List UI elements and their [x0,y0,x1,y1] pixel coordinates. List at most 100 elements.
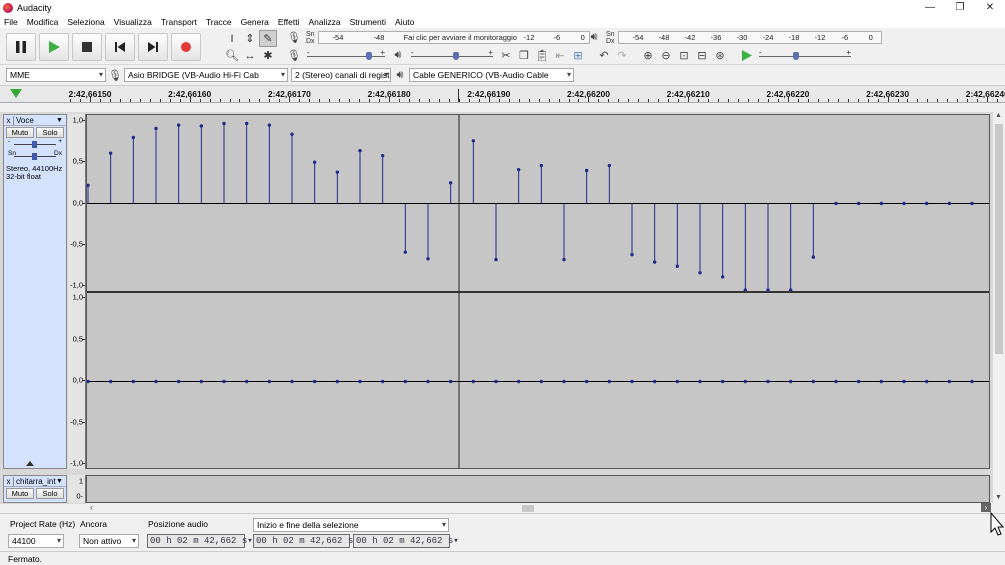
mute-button[interactable]: Muto [6,127,34,138]
left-channel-sample-point[interactable] [312,160,317,164]
audio-host-select[interactable]: MME ▾ [6,68,106,82]
left-channel-sample-point[interactable] [811,255,816,259]
scrollbar-thumb[interactable] [995,124,1003,354]
left-channel-sample-point[interactable] [856,201,861,206]
project-rate-select[interactable]: 44100 ▾ [8,534,64,548]
skip-to-end-button[interactable] [138,33,168,61]
timeline-ruler[interactable]: 2:42,66150 2:42,66160 2:42,66170 2:42,66180… [0,85,1005,103]
right-channel-sample-point[interactable] [811,379,816,384]
right-channel-sample-point[interactable] [856,379,861,384]
left-channel-sample-point[interactable] [698,271,702,275]
track2-mute-button[interactable]: Muto [6,488,34,499]
waveform-display[interactable] [86,114,990,469]
menu-file[interactable]: File [4,17,18,27]
right-channel-sample-point[interactable] [766,379,770,384]
paste-icon[interactable]: 📋︎ [533,47,551,64]
left-channel-sample-point[interactable] [834,201,838,206]
right-channel-sample-point[interactable] [335,379,340,384]
slider-thumb[interactable] [452,51,459,60]
track2-solo-button[interactable]: Solo [36,488,64,499]
menu-genera[interactable]: Genera [241,17,269,27]
right-channel-sample-point[interactable] [108,379,113,384]
left-channel-sample-point[interactable] [426,257,430,261]
right-channel-sample-point[interactable] [154,379,158,384]
left-channel-sample-point[interactable] [516,167,521,172]
right-channel-sample-point[interactable] [879,379,884,384]
audio-position-field[interactable]: 00 h 02 m 42,662 s▾ [147,534,253,548]
menu-aiuto[interactable]: Aiuto [395,17,414,27]
right-channel-sample-point[interactable] [222,379,226,384]
slider-thumb[interactable] [32,153,37,160]
track2-control-panel[interactable]: x chitarra_inte ▼ Muto Solo [3,475,67,503]
track-pan-slider[interactable]: Sn Dx [8,150,62,162]
right-channel-sample-point[interactable] [584,379,589,384]
vertical-ruler-right[interactable]: 1,0 0,5 0,0 -0,5 -1,0 [68,291,86,469]
draw-tool-icon[interactable]: ✎ [259,30,277,47]
zoom-toggle-icon[interactable]: ⊛ [711,47,729,64]
track2-name[interactable]: chitarra_inte [14,477,56,486]
scroll-down-icon[interactable]: ▼ [995,494,1002,501]
menu-modifica[interactable]: Modifica [27,17,59,27]
left-channel-sample-point[interactable] [539,163,544,168]
input-channels-select[interactable]: 2 (Stereo) canali di registr ▾ [291,68,391,82]
right-channel-sample-point[interactable] [267,379,272,384]
right-channel-sample-point[interactable] [244,379,249,384]
right-channel-sample-point[interactable] [131,379,136,384]
left-channel-sample-point[interactable] [970,201,974,206]
scroll-left-icon[interactable]: ‹ [90,502,93,512]
right-channel-sample-point[interactable] [970,379,974,384]
menu-seleziona[interactable]: Seleziona [67,17,104,27]
right-channel-sample-point[interactable] [607,379,612,384]
right-channel-sample-point[interactable] [652,379,657,384]
record-meter[interactable]: -54 -48 Fai clic per avviare il monitora… [317,31,590,44]
play-button[interactable] [39,33,69,61]
left-channel-sample-point[interactable] [222,121,226,126]
play-head-marker-icon[interactable] [10,89,22,98]
left-channel-sample-point[interactable] [584,168,589,173]
left-channel-sample-point[interactable] [244,121,249,126]
left-channel-sample-point[interactable] [199,124,204,128]
right-channel-sample-point[interactable] [675,379,680,384]
timeshift-tool-icon[interactable]: ↔ [241,47,259,64]
menu-analizza[interactable]: Analizza [309,17,341,27]
right-channel-sample-point[interactable] [630,379,634,384]
menu-visualizza[interactable]: Visualizza [114,17,152,27]
solo-button[interactable]: Solo [36,127,64,138]
input-device-select[interactable]: Asio BRIDGE (VB-Audio Hi-Fi Cab ▾ [124,68,288,82]
left-channel-sample-point[interactable] [87,183,90,188]
pause-button[interactable] [6,33,36,61]
left-channel-sample-point[interactable] [290,132,294,136]
snap-select[interactable]: Non attivo ▾ [79,534,139,548]
scroll-right-icon[interactable]: › [981,503,991,512]
play-volume-slider[interactable]: - + [411,48,493,61]
vertical-scrollbar[interactable]: ▲ ▼ [993,112,1005,503]
skip-to-start-button[interactable] [105,33,135,61]
right-channel-sample-point[interactable] [947,379,952,384]
left-channel-sample-point[interactable] [131,135,136,140]
right-channel-sample-point[interactable] [516,379,521,384]
menu-strumenti[interactable]: Strumenti [350,17,386,27]
left-channel-sample-point[interactable] [562,257,566,262]
track-close-button[interactable]: x [4,115,14,125]
fit-selection-icon[interactable]: ⊡ [675,47,693,64]
selection-start-field[interactable]: 00 h 02 m 42,662 s▾ [253,534,359,548]
left-channel-sample-point[interactable] [403,250,408,254]
left-channel-sample-point[interactable] [335,170,340,174]
left-channel-sample-point[interactable] [720,275,725,279]
zoom-out-icon[interactable]: ⊖ [657,47,675,64]
right-channel-sample-point[interactable] [562,379,566,384]
left-channel-sample-point[interactable] [267,123,272,127]
selection-mode-select[interactable]: Inizio e fine della selezione ▾ [253,518,449,532]
left-channel-sample-point[interactable] [358,149,362,153]
track-gain-slider[interactable]: - + [8,138,62,150]
selection-end-field[interactable]: 00 h 02 m 42,662 s▾ [353,534,459,548]
menu-effetti[interactable]: Effetti [278,17,300,27]
slider-thumb[interactable] [793,51,800,60]
right-channel-sample-point[interactable] [788,379,793,384]
right-channel-sample-point[interactable] [720,379,725,384]
right-channel-sample-point[interactable] [426,379,430,384]
left-channel-sample-point[interactable] [652,260,657,264]
right-channel-sample-point[interactable] [290,379,294,384]
minimize-button[interactable]: — [915,0,945,15]
left-channel-sample-point[interactable] [448,181,453,185]
